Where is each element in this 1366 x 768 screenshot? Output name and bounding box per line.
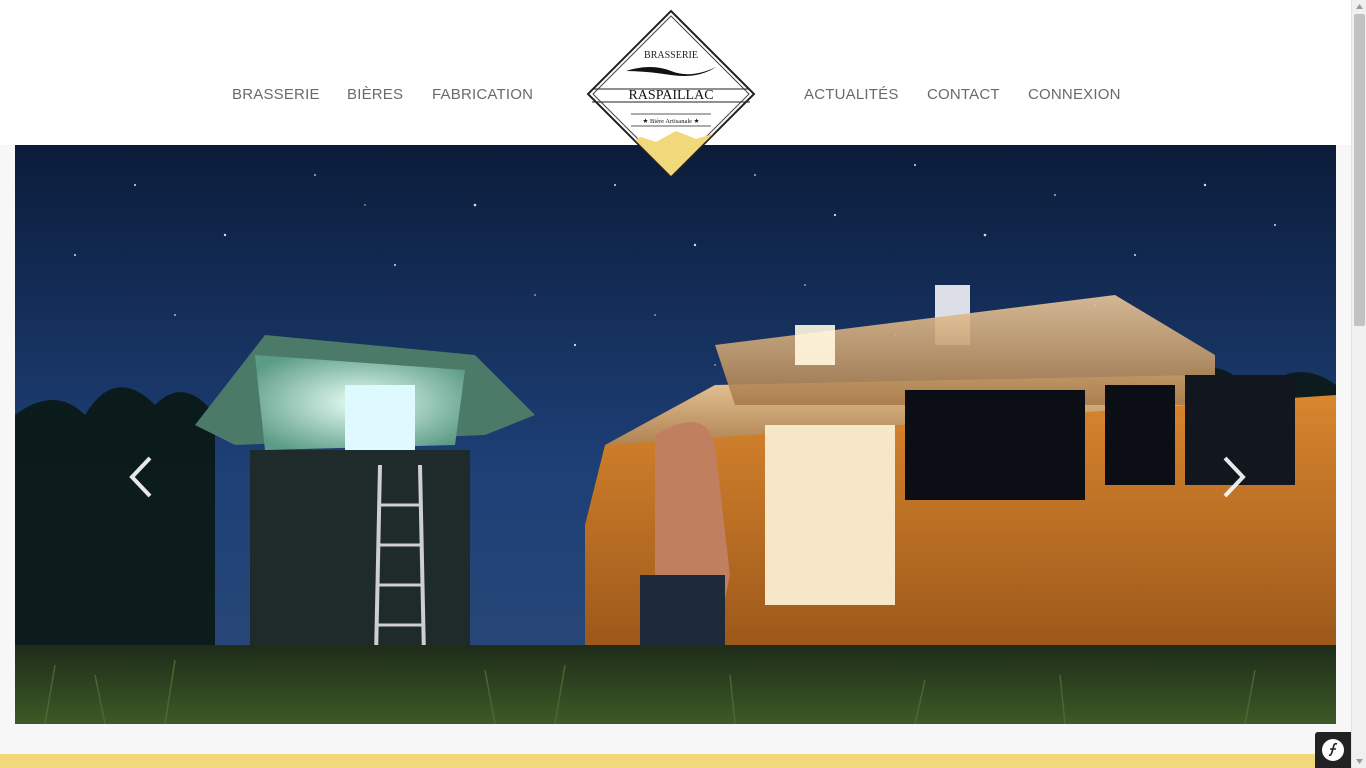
logo-text-name: RASPAILLAC bbox=[628, 88, 713, 103]
scroll-up-button[interactable] bbox=[1352, 0, 1366, 14]
logo-text-tagline: ★ Bière Artisanale ★ bbox=[643, 117, 700, 125]
brand-logo[interactable]: BRASSERIE RASPAILLAC ★ Bière Artisanale … bbox=[586, 9, 756, 179]
nav-item-contact[interactable]: CONTACT bbox=[927, 86, 1000, 103]
logo-text-brasserie: BRASSERIE bbox=[644, 50, 698, 61]
chevron-right-icon bbox=[1223, 456, 1246, 498]
hero-carousel bbox=[15, 145, 1336, 724]
triangle-up-icon bbox=[1356, 4, 1363, 9]
nav-item-bieres[interactable]: BIÈRES bbox=[347, 86, 403, 103]
nav-item-brasserie[interactable]: BRASSERIE bbox=[232, 86, 320, 103]
carousel-image bbox=[15, 145, 1336, 724]
nav-item-actualites[interactable]: ACTUALITÉS bbox=[804, 86, 899, 103]
section-band bbox=[0, 754, 1351, 768]
scroll-down-button[interactable] bbox=[1352, 754, 1366, 768]
symfony-icon bbox=[1322, 739, 1344, 761]
carousel-next-button[interactable] bbox=[1213, 452, 1253, 502]
triangle-down-icon bbox=[1356, 759, 1363, 764]
chevron-left-icon bbox=[129, 456, 152, 498]
nav-item-connexion[interactable]: CONNEXION bbox=[1028, 86, 1121, 103]
scrollbar-thumb[interactable] bbox=[1354, 14, 1365, 326]
carousel-prev-button[interactable] bbox=[122, 452, 162, 502]
symfony-toolbar-toggle[interactable] bbox=[1315, 732, 1351, 768]
page-scrollbar[interactable] bbox=[1351, 0, 1366, 768]
nav-item-fabrication[interactable]: FABRICATION bbox=[432, 86, 533, 103]
